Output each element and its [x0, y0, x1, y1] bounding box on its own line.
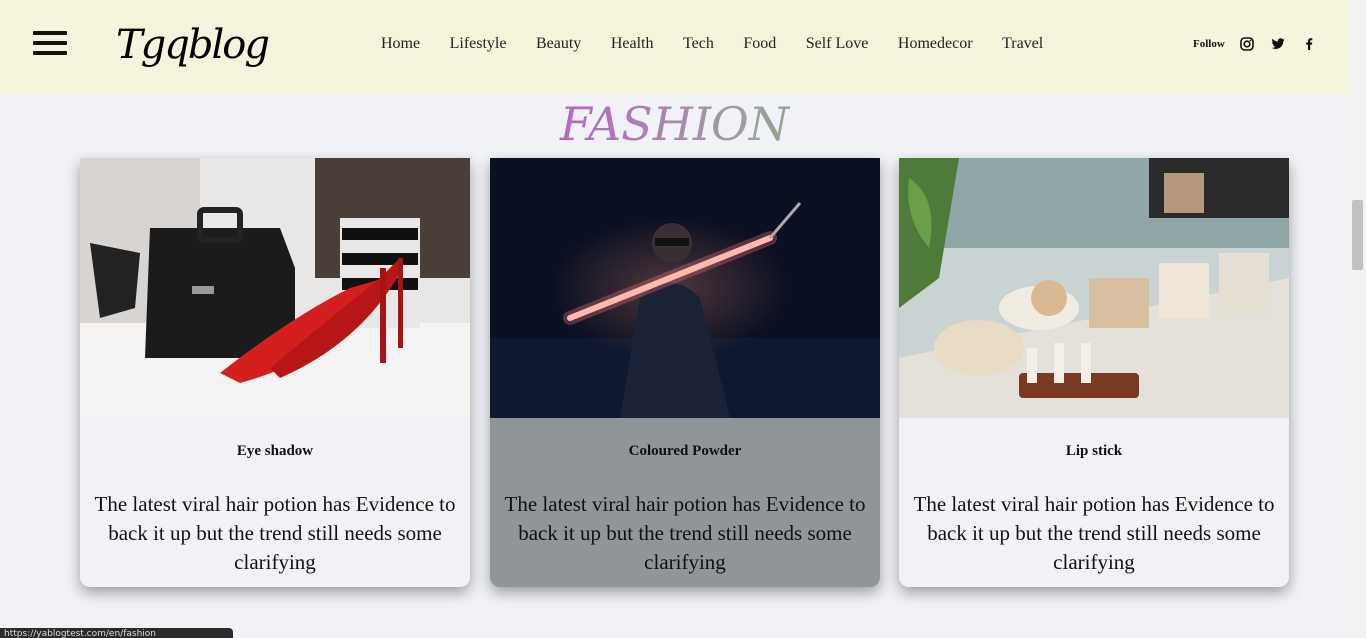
- site-logo[interactable]: Tgqblog: [116, 14, 270, 80]
- card-excerpt: The latest viral hair potion has Evidenc…: [94, 492, 456, 574]
- twitter-icon[interactable]: [1271, 37, 1285, 51]
- main-nav: Home Lifestyle Beauty Health Tech Food S…: [381, 34, 1073, 56]
- status-bar-url: https://yablogtest.com/en/fashion: [0, 628, 233, 638]
- card-title: Eye shadow: [236, 443, 314, 459]
- scrollbar-thumb[interactable]: [1352, 200, 1363, 270]
- card-excerpt: The latest viral hair potion has Evidenc…: [504, 492, 866, 574]
- hamburger-menu-icon[interactable]: [33, 31, 67, 59]
- card-excerpt: The latest viral hair potion has Evidenc…: [913, 492, 1275, 574]
- card-image-shop-shelf: [899, 158, 1289, 418]
- nav-health[interactable]: Health: [611, 34, 654, 56]
- card-image-heels: [80, 158, 470, 418]
- instagram-icon[interactable]: [1240, 37, 1254, 51]
- nav-homedecor[interactable]: Homedecor: [898, 34, 973, 56]
- nav-home[interactable]: Home: [381, 34, 420, 56]
- nav-lifestyle[interactable]: Lifestyle: [450, 34, 507, 56]
- facebook-icon[interactable]: [1302, 37, 1316, 51]
- article-card[interactable]: Lip stick The latest viral hair potion h…: [899, 158, 1289, 587]
- nav-travel[interactable]: Travel: [1002, 34, 1043, 56]
- article-card[interactable]: Eye shadow The latest viral hair potion …: [80, 158, 470, 587]
- site-header: Tgqblog Home Lifestyle Beauty Health Tec…: [0, 0, 1349, 94]
- nav-beauty[interactable]: Beauty: [536, 34, 581, 56]
- page: Tgqblog Home Lifestyle Beauty Health Tec…: [0, 0, 1366, 638]
- section-title: FASHION: [0, 96, 1349, 152]
- card-title: Lip stick: [1065, 443, 1123, 459]
- article-card[interactable]: Coloured Powder The latest viral hair po…: [490, 158, 880, 587]
- follow-label: Follow: [1193, 38, 1225, 50]
- nav-self-love[interactable]: Self Love: [806, 34, 869, 56]
- nav-food[interactable]: Food: [743, 34, 776, 56]
- card-image-light-tube: [490, 158, 880, 418]
- card-title: Coloured Powder: [628, 443, 742, 459]
- nav-tech[interactable]: Tech: [683, 34, 714, 56]
- page-scrollbar[interactable]: [1349, 0, 1366, 638]
